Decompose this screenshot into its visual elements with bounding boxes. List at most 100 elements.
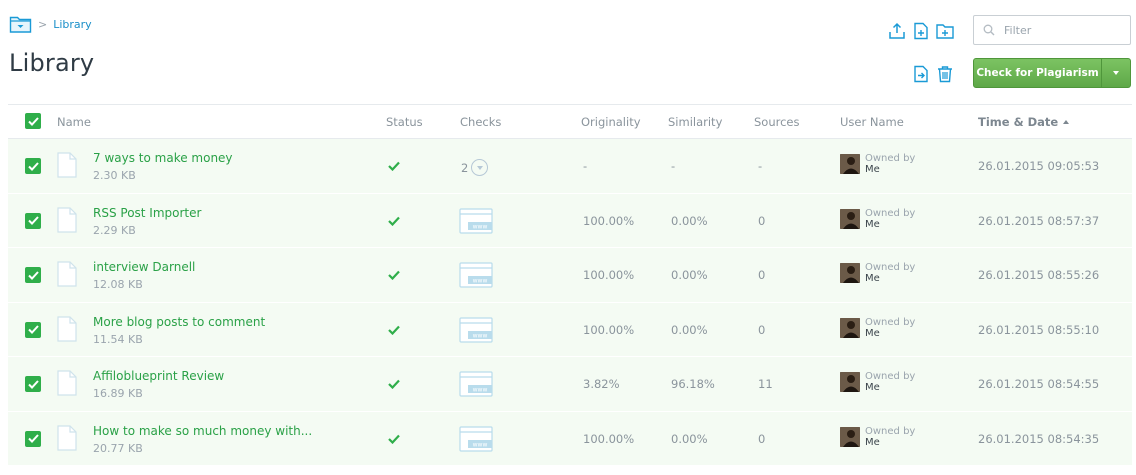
originality-value: 100.00% — [583, 268, 635, 282]
row-checkbox[interactable] — [25, 212, 41, 229]
document-icon — [57, 206, 77, 233]
upload-icon[interactable] — [888, 22, 906, 40]
sources-value: 0 — [758, 431, 766, 446]
folder-dropdown-icon[interactable] — [9, 14, 32, 34]
table-row[interactable]: How to make so much money with... 20.77 … — [8, 411, 1132, 466]
svg-text:www: www — [473, 332, 488, 339]
column-user-name[interactable]: User Name — [840, 115, 904, 129]
avatar — [840, 426, 860, 447]
avatar — [840, 263, 860, 283]
column-checks[interactable]: Checks — [460, 115, 501, 129]
document-name-link[interactable]: Affiloblueprint Review — [93, 369, 224, 383]
svg-text:www: www — [473, 387, 488, 394]
similarity-value: - — [671, 159, 676, 173]
www-report-icon[interactable]: www — [459, 316, 493, 343]
originality-value: 3.82% — [583, 377, 620, 391]
svg-text:www: www — [473, 441, 488, 448]
status-check-icon — [388, 434, 400, 444]
table-row[interactable]: interview Darnell 12.08 KB www 100.00% 0… — [8, 248, 1132, 303]
new-folder-icon[interactable] — [936, 22, 954, 40]
column-time-date[interactable]: Time & Date — [978, 115, 1070, 129]
www-report-icon[interactable]: www — [459, 425, 493, 452]
page-title: Library — [9, 49, 95, 77]
document-name-link[interactable]: 7 ways to make money — [93, 151, 233, 165]
row-checkbox[interactable] — [25, 321, 41, 338]
owned-by-label: Owned by — [865, 316, 916, 328]
owner-name: Me — [865, 436, 880, 448]
status-check-icon — [388, 216, 400, 226]
www-report-icon[interactable]: www — [459, 371, 493, 397]
owner-name: Me — [865, 382, 880, 393]
originality-value: 100.00% — [583, 213, 635, 228]
row-checkbox[interactable] — [25, 267, 41, 283]
owner-info: Owned by Me — [865, 153, 915, 175]
table-row[interactable]: RSS Post Importer 2.29 KB www 100.00% 0.… — [8, 193, 1132, 248]
column-time-date-label: Time & Date — [978, 115, 1059, 129]
owned-by-label: Owned by — [865, 207, 916, 219]
chevron-down-icon — [471, 159, 489, 176]
trash-icon[interactable] — [936, 65, 954, 83]
document-icon — [57, 152, 77, 178]
document-size: 2.30 KB — [93, 169, 136, 182]
document-size: 16.89 KB — [93, 387, 143, 400]
document-size: 20.77 KB — [93, 441, 143, 455]
www-report-icon[interactable]: www — [459, 262, 493, 288]
sources-value: - — [758, 159, 763, 173]
column-name[interactable]: Name — [57, 115, 91, 129]
checks-dropdown[interactable]: 2 — [461, 159, 489, 176]
table-row[interactable]: More blog posts to comment 11.54 KB www … — [8, 302, 1132, 357]
move-document-icon[interactable] — [912, 65, 930, 83]
document-icon — [57, 424, 77, 451]
similarity-value: 0.00% — [671, 213, 708, 228]
owner-info: Owned by Me — [865, 262, 915, 284]
svg-text:www: www — [473, 223, 488, 230]
row-checkbox[interactable] — [25, 430, 41, 447]
datetime-value: 26.01.2015 08:54:35 — [978, 431, 1100, 446]
table-row[interactable]: 7 ways to make money 2.30 KB 2 - - - Own… — [8, 139, 1132, 194]
check-for-plagiarism-button[interactable]: Check for Plagiarism — [973, 58, 1131, 88]
datetime-value: 26.01.2015 08:54:55 — [978, 377, 1100, 391]
status-check-icon — [388, 379, 400, 389]
owner-info: Owned by Me — [865, 371, 915, 393]
owner-name: Me — [865, 327, 880, 339]
avatar — [840, 154, 860, 174]
sources-value: 0 — [758, 322, 766, 337]
similarity-value: 0.00% — [671, 268, 708, 282]
document-size: 2.29 KB — [93, 223, 136, 237]
row-checkbox[interactable] — [25, 158, 41, 174]
new-document-icon[interactable] — [912, 22, 930, 40]
column-originality[interactable]: Originality — [581, 115, 641, 129]
sources-value: 0 — [758, 268, 766, 282]
similarity-value: 0.00% — [671, 322, 708, 337]
owner-info: Owned by Me — [865, 208, 915, 230]
owner-name: Me — [865, 218, 880, 230]
status-check-icon — [388, 325, 400, 335]
table-row[interactable]: Affiloblueprint Review 16.89 KB www 3.82… — [8, 357, 1132, 412]
owned-by-label: Owned by — [865, 262, 916, 273]
owner-info: Owned by Me — [865, 317, 915, 339]
originality-value: 100.00% — [583, 431, 635, 446]
column-status[interactable]: Status — [386, 115, 423, 129]
owner-name: Me — [865, 273, 880, 284]
select-all-checkbox[interactable] — [25, 113, 41, 129]
check-options-dropdown[interactable] — [1101, 59, 1130, 87]
document-name-link[interactable]: RSS Post Importer — [93, 206, 201, 220]
owner-info: Owned by Me — [865, 426, 915, 448]
owner-name: Me — [865, 164, 880, 175]
document-name-cell: More blog posts to comment 11.54 KB — [93, 315, 265, 346]
www-report-icon[interactable]: www — [459, 207, 493, 234]
column-sources[interactable]: Sources — [754, 115, 800, 129]
column-similarity[interactable]: Similarity — [668, 115, 722, 129]
document-name-link[interactable]: interview Darnell — [93, 260, 195, 274]
filter-box[interactable] — [973, 15, 1131, 45]
status-check-icon — [388, 161, 400, 171]
breadcrumb-separator: > — [38, 17, 48, 31]
status-check-icon — [388, 270, 400, 280]
breadcrumb-library-link[interactable]: Library — [53, 18, 91, 31]
breadcrumb: > Library — [9, 14, 92, 34]
row-checkbox[interactable] — [25, 376, 41, 392]
originality-value: 100.00% — [583, 322, 635, 337]
document-name-link[interactable]: How to make so much money with... — [93, 424, 312, 438]
filter-input[interactable] — [1004, 23, 1122, 37]
document-name-link[interactable]: More blog posts to comment — [93, 315, 265, 329]
